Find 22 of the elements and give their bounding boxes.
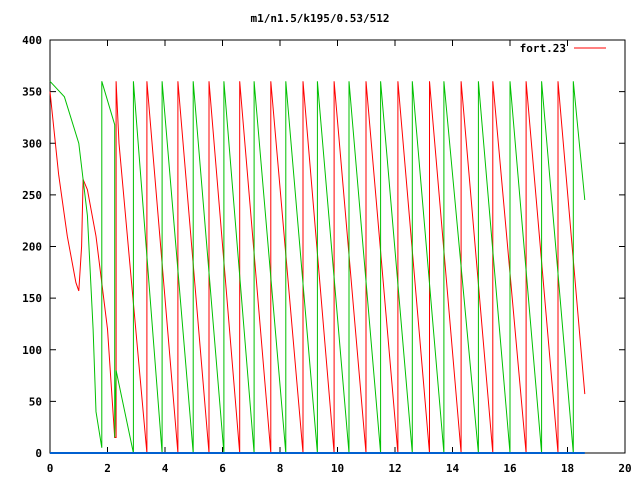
x-tick-label: 12	[388, 462, 402, 475]
y-tick-label: 0	[35, 447, 42, 460]
y-tick-label: 100	[22, 344, 42, 357]
x-tick-label: 2	[104, 462, 111, 475]
x-tick-label: 6	[219, 462, 226, 475]
y-tick-label: 50	[28, 395, 42, 408]
x-tick-label: 20	[618, 462, 632, 475]
x-tick-label: 18	[560, 462, 574, 475]
y-tick-label: 400	[22, 34, 42, 47]
x-tick-label: 4	[162, 462, 168, 475]
y-tick-label: 350	[22, 86, 42, 99]
x-tick-label: 10	[330, 462, 344, 475]
x-tick-label: 14	[446, 462, 460, 475]
legend-label: fort.23	[520, 42, 566, 55]
y-tick-label: 300	[22, 137, 42, 150]
x-tick-label: 0	[46, 462, 54, 475]
chart-title: m1/n1.5/k195/0.53/512	[250, 12, 390, 25]
x-tick-label: 16	[503, 462, 517, 475]
y-tick-label: 200	[22, 240, 42, 254]
y-tick-label: 250	[22, 188, 42, 202]
x-tick-label: 8	[276, 462, 284, 475]
y-tick-label: 150	[22, 292, 42, 306]
